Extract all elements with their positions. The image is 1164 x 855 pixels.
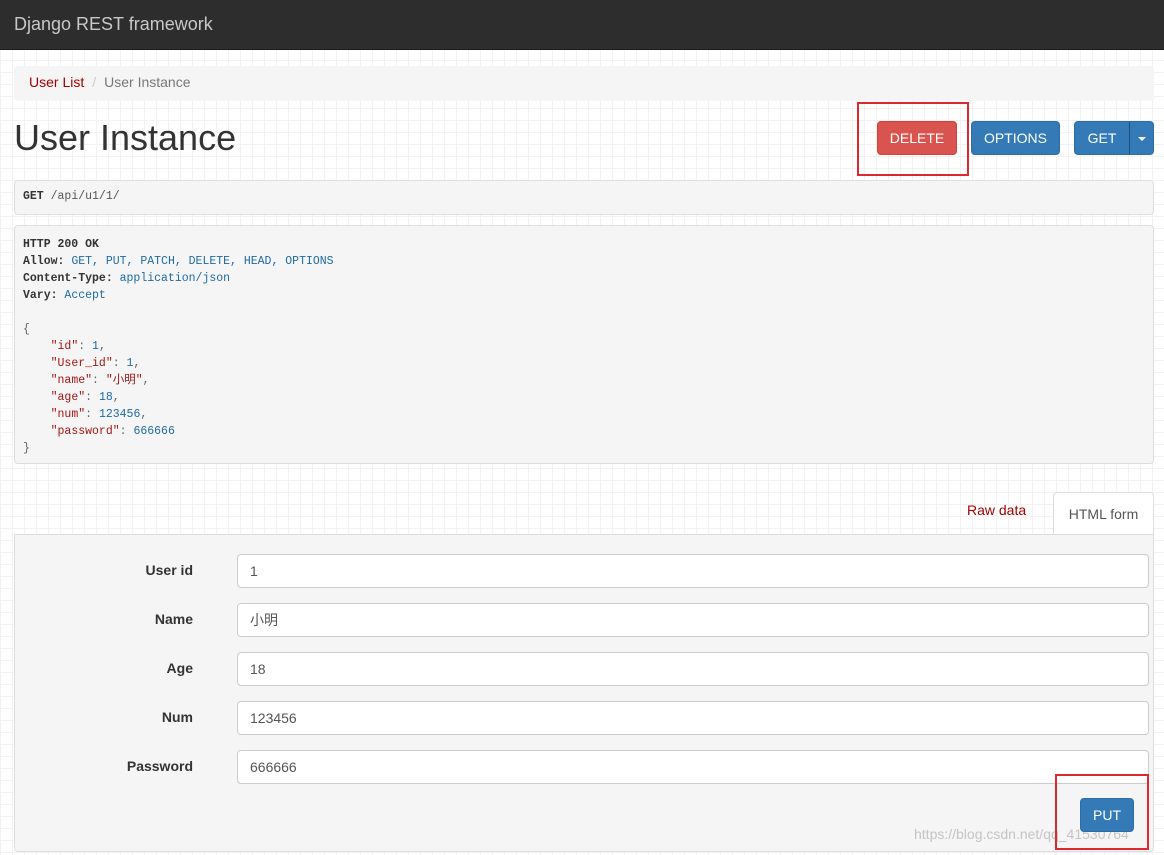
user-id-input[interactable] (237, 554, 1149, 588)
json-key: "id" (50, 340, 79, 353)
user-id-label: User id (145, 562, 193, 578)
header-name: Content-Type: (23, 272, 113, 285)
brand-link[interactable]: Django REST framework (14, 14, 213, 35)
get-format-dropdown[interactable] (1129, 121, 1154, 155)
header-value: GET, PUT, PATCH, DELETE, HEAD, OPTIONS (71, 255, 334, 268)
header-value: application/json (119, 272, 231, 285)
get-button[interactable]: GET (1074, 121, 1130, 155)
json-key: "name" (50, 374, 93, 387)
json-key: "password" (50, 425, 120, 438)
page-title: User Instance (14, 117, 237, 158)
navbar: Django REST framework (0, 0, 1164, 50)
password-input[interactable] (237, 750, 1149, 784)
name-input[interactable] (237, 603, 1149, 637)
response-info: HTTP 200 OK Allow: GET, PUT, PATCH, DELE… (14, 225, 1154, 464)
json-key: "age" (50, 391, 86, 404)
breadcrumb-current: User Instance (104, 74, 191, 90)
header-value: Accept (64, 289, 106, 302)
json-key: "User_id" (50, 357, 113, 370)
name-label: Name (154, 611, 193, 627)
breadcrumb: User List / User Instance (14, 66, 1154, 101)
caret-down-icon (1137, 137, 1146, 142)
num-label: Num (161, 709, 193, 725)
put-button[interactable]: PUT (1080, 798, 1134, 832)
num-input[interactable] (237, 701, 1149, 735)
request-info: GET /api/u1/1/ (14, 180, 1154, 215)
tab-html-form[interactable]: HTML form (1053, 492, 1154, 535)
breadcrumb-user-list[interactable]: User List (29, 74, 84, 90)
json-value: 123456 (98, 408, 141, 421)
options-button[interactable]: OPTIONS (971, 121, 1060, 155)
tab-raw-data[interactable]: Raw data (967, 502, 1026, 518)
delete-button[interactable]: DELETE (877, 121, 957, 155)
age-label: Age (166, 660, 193, 676)
header-name: Vary: (23, 289, 58, 302)
json-key: "num" (50, 408, 86, 421)
request-method: GET (23, 190, 44, 203)
breadcrumb-separator: / (92, 74, 97, 90)
header-name: Allow: (23, 255, 65, 268)
json-brace-open: { (23, 323, 30, 336)
age-input[interactable] (237, 652, 1149, 686)
html-form-panel: User id Name Age Num Password (14, 534, 1154, 852)
json-value: 18 (98, 391, 113, 404)
response-status: HTTP 200 OK (23, 238, 99, 251)
json-value: 666666 (133, 425, 175, 438)
json-value: "小明" (105, 374, 143, 387)
json-value: 1 (92, 340, 99, 353)
password-label: Password (126, 758, 193, 774)
request-path: /api/u1/1/ (50, 190, 120, 203)
json-brace-close: } (23, 442, 30, 455)
